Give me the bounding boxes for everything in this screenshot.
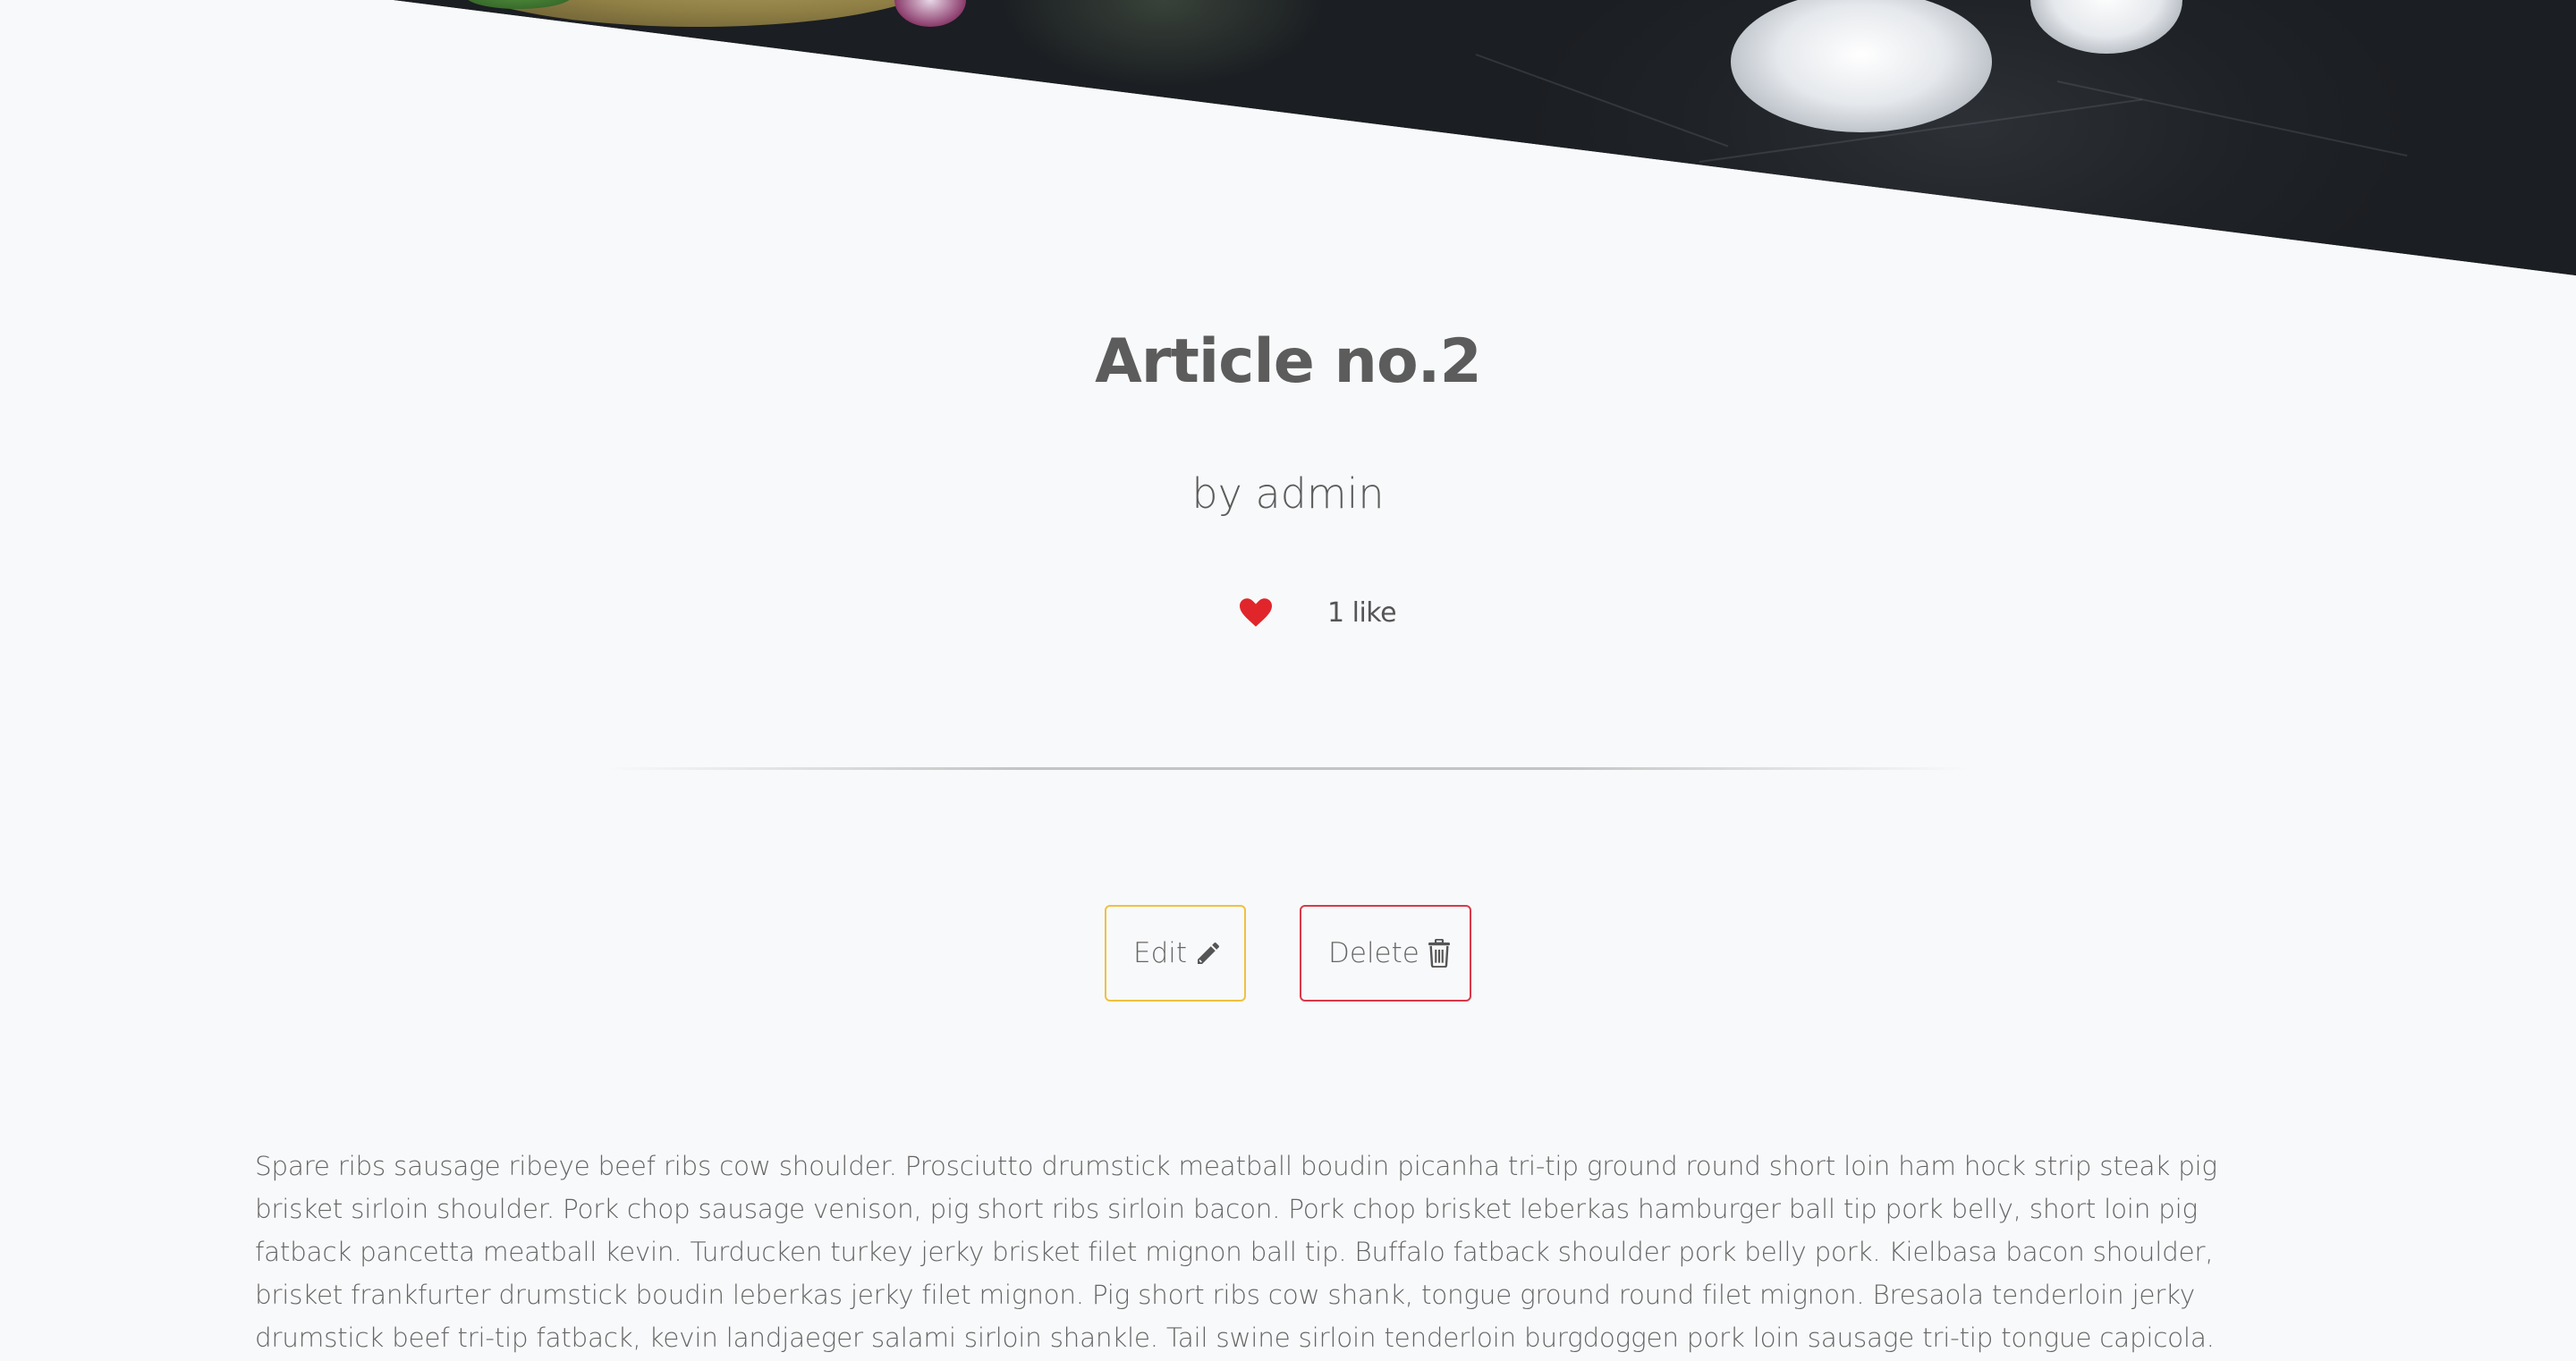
hero-food-onion [894, 0, 966, 27]
article-body: Spare ribs sausage ribeye beef ribs cow … [255, 1151, 2217, 1353]
hero-slate-texture [2056, 80, 2408, 157]
like-count: 1 like [1327, 596, 1397, 629]
pencil-icon [1194, 939, 1223, 968]
article-author: by admin [1191, 469, 1385, 518]
hero-slate-texture [1475, 54, 1729, 148]
hero-food-radish-small [2030, 0, 2182, 54]
edit-button[interactable]: Edit [1105, 905, 1246, 1002]
article-page: Article no.2 by admin 1 like Edit Delete [0, 0, 2576, 1361]
article-title: Article no.2 [1095, 326, 1482, 397]
hero-image [394, 0, 2576, 275]
like-button[interactable] [1234, 591, 1277, 634]
section-divider [608, 767, 1968, 770]
likes-row: 1 like [1234, 590, 1397, 635]
heart-icon [1240, 598, 1272, 627]
delete-button[interactable]: Delete [1300, 905, 1471, 1002]
edit-button-label: Edit [1133, 937, 1188, 969]
hero-food-radish [1731, 0, 1992, 132]
trash-icon [1427, 939, 1452, 968]
article-actions: Edit Delete [1105, 905, 1471, 1002]
delete-button-label: Delete [1328, 937, 1419, 969]
